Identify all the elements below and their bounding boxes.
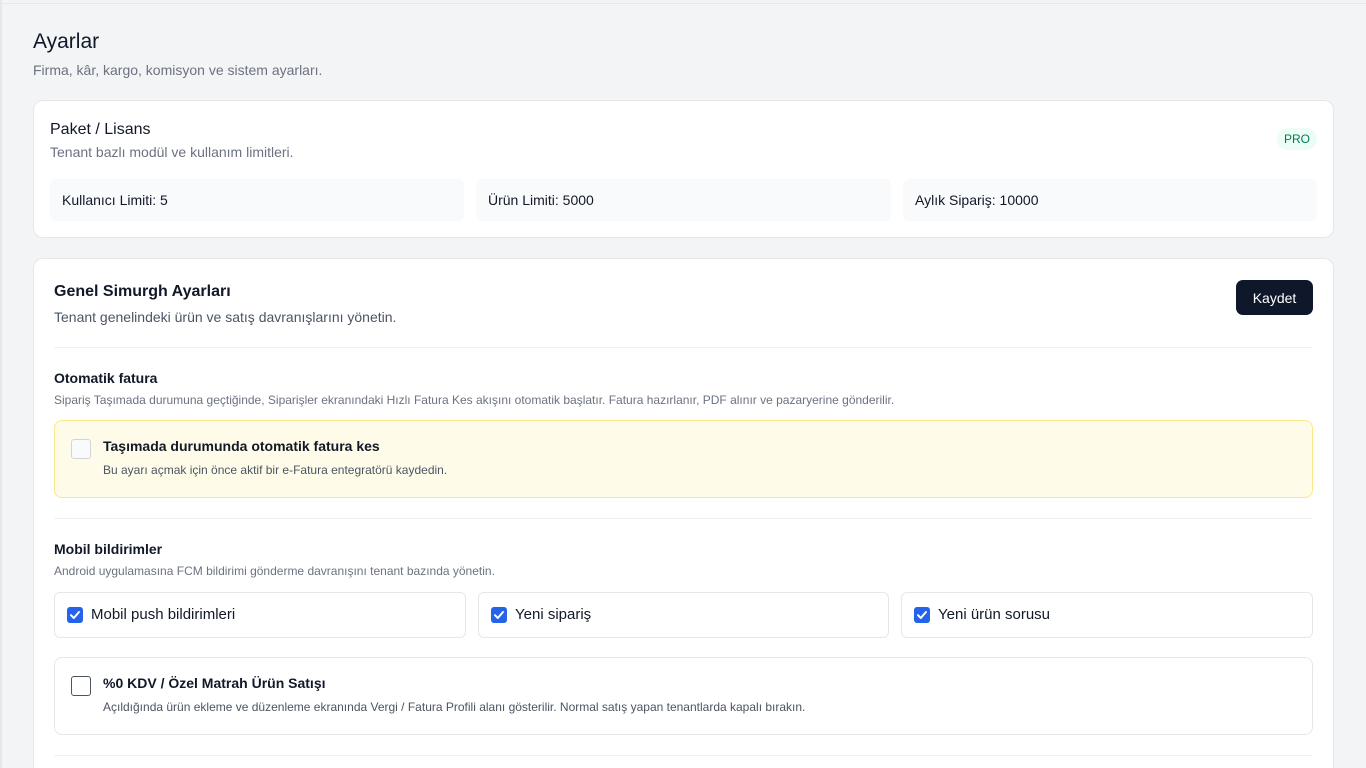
auto-invoice-option-hint: Bu ayarı açmak için önce aktif bir e-Fat… [103,463,448,477]
license-card: Paket / Lisans Tenant bazlı modül ve kul… [33,100,1334,238]
license-subtitle: Tenant bazlı modül ve kullanım limitleri… [50,144,294,160]
auto-invoice-title: Otomatik fatura [54,370,158,386]
mobile-notifications-title: Mobil bildirimler [54,541,163,557]
mobile-push-label: Mobil push bildirimleri [91,606,236,623]
section-divider [54,518,1313,519]
auto-invoice-option-label: Taşımada durumunda otomatik fatura kes [103,438,380,454]
settings-subtitle: Tenant genelindeki ürün ve satış davranı… [54,309,397,325]
new-order-label: Yeni sipariş [515,606,592,623]
monthly-order-limit: Aylık Sipariş: 10000 [903,179,1317,221]
settings-page: Ayarlar Firma, kâr, kargo, komisyon ve s… [0,0,1366,768]
user-limit: Kullanıcı Limiti: 5 [50,179,464,221]
save-button[interactable]: Kaydet [1236,280,1313,315]
new-question-checkbox[interactable] [914,607,930,623]
mobile-push-checkbox[interactable] [67,607,83,623]
new-question-option[interactable]: Yeni ürün sorusu [901,592,1313,638]
section-divider [54,347,1313,348]
kdv-option[interactable]: %0 KDV / Özel Matrah Ürün Satışı Açıldığ… [54,657,1313,735]
check-icon [917,611,927,619]
auto-invoice-description: Sipariş Taşımada durumuna geçtiğinde, Si… [54,393,895,407]
kdv-description: Açıldığında ürün ekleme ve düzenleme ekr… [103,700,806,714]
plan-badge: PRO [1276,128,1317,150]
new-question-label: Yeni ürün sorusu [938,606,1051,623]
mobile-notifications-description: Android uygulamasına FCM bildirimi gönde… [54,564,495,578]
section-divider [54,755,1313,756]
check-icon [494,611,504,619]
auto-invoice-checkbox[interactable] [71,439,91,459]
top-border [0,0,1366,4]
new-order-checkbox[interactable] [491,607,507,623]
mobile-push-option[interactable]: Mobil push bildirimleri [54,592,466,638]
left-border [0,0,2,768]
product-limit: Ürün Limiti: 5000 [476,179,891,221]
kdv-title: %0 KDV / Özel Matrah Ürün Satışı [103,675,326,691]
general-settings-card: Genel Simurgh Ayarları Tenant genelindek… [33,258,1334,768]
auto-invoice-option: Taşımada durumunda otomatik fatura kes B… [54,420,1313,498]
check-icon [70,611,80,619]
kdv-checkbox[interactable] [71,676,91,696]
new-order-option[interactable]: Yeni sipariş [478,592,889,638]
settings-title: Genel Simurgh Ayarları [54,283,231,300]
license-title: Paket / Lisans [50,121,151,138]
page-title: Ayarlar [33,30,100,53]
page-subtitle: Firma, kâr, kargo, komisyon ve sistem ay… [33,62,323,78]
